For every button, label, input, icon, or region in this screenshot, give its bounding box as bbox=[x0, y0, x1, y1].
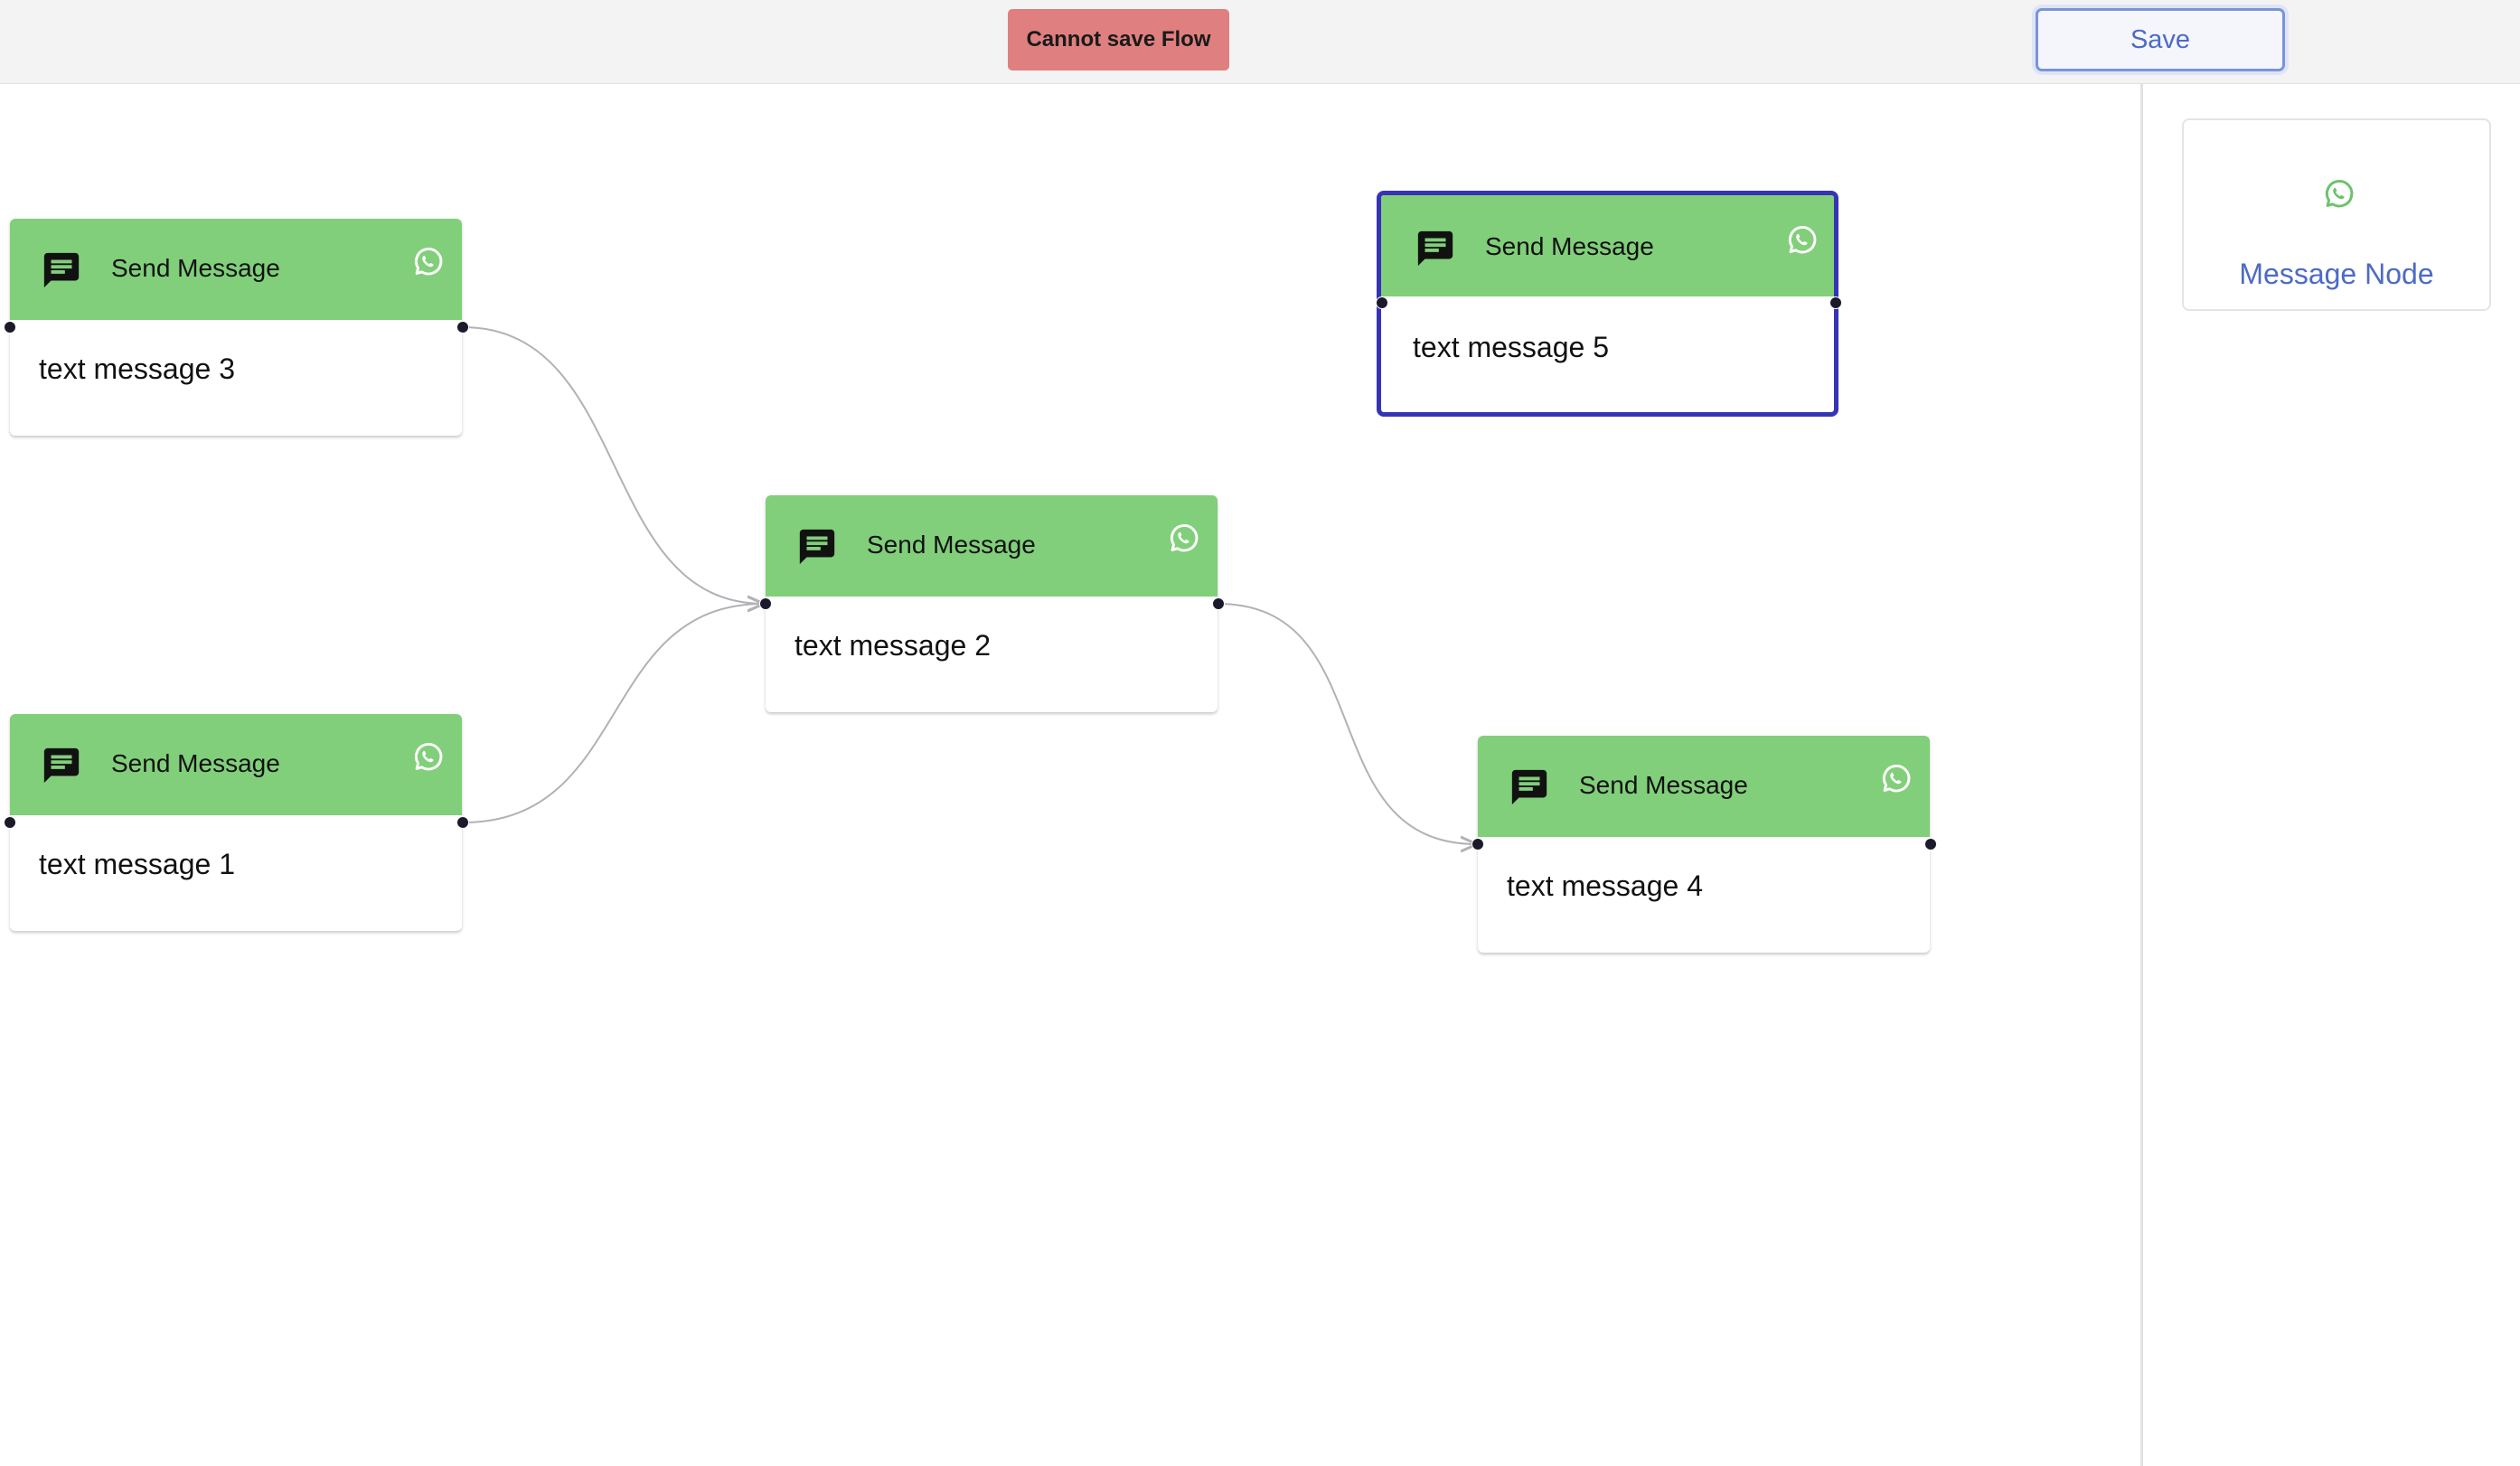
top-bar: Cannot save Flow Save bbox=[0, 0, 2520, 84]
message-icon bbox=[43, 747, 80, 784]
message-icon bbox=[43, 252, 80, 288]
source-handle[interactable] bbox=[1829, 296, 1842, 309]
whatsapp-icon bbox=[1170, 524, 1199, 552]
node-title: Send Message bbox=[867, 531, 1036, 559]
whatsapp-icon bbox=[1788, 226, 1817, 254]
node-header: Send Message bbox=[10, 219, 462, 320]
save-button[interactable]: Save bbox=[2036, 8, 2285, 71]
node-message-text: text message 3 bbox=[39, 352, 235, 385]
nodes-panel: Message Node bbox=[2140, 84, 2520, 1466]
message-icon bbox=[1417, 230, 1453, 267]
target-handle[interactable] bbox=[4, 321, 16, 334]
message-icon bbox=[1511, 769, 1547, 805]
message-icon bbox=[799, 529, 835, 565]
message-node-label: Message Node bbox=[2239, 258, 2434, 290]
node-message-text: text message 5 bbox=[1413, 331, 1609, 363]
node-title: Send Message bbox=[1579, 771, 1748, 799]
node-message-text: text message 1 bbox=[39, 848, 235, 880]
message-node-palette-item[interactable]: Message Node bbox=[2182, 118, 2491, 311]
node-header: Send Message bbox=[10, 714, 462, 815]
flow-node-text-message-3[interactable]: Send Message text message 3 bbox=[4, 219, 469, 436]
source-handle[interactable] bbox=[456, 816, 469, 829]
flow-node-text-message-5[interactable]: Send Message text message 5 bbox=[1376, 191, 1842, 417]
target-handle[interactable] bbox=[1472, 838, 1484, 850]
node-header: Send Message bbox=[766, 495, 1218, 597]
node-title: Send Message bbox=[111, 749, 280, 777]
source-handle[interactable] bbox=[1212, 597, 1225, 610]
flow-node-text-message-4[interactable]: Send Message text message 4 bbox=[1472, 736, 1937, 953]
flow-node-text-message-1[interactable]: Send Message text message 1 bbox=[4, 714, 469, 931]
source-handle[interactable] bbox=[456, 321, 469, 334]
node-title: Send Message bbox=[1485, 232, 1654, 260]
target-handle[interactable] bbox=[759, 597, 772, 610]
node-title: Send Message bbox=[111, 254, 280, 282]
target-handle[interactable] bbox=[4, 816, 16, 829]
node-message-text: text message 4 bbox=[1507, 869, 1703, 902]
node-header: Send Message bbox=[1478, 736, 1930, 837]
whatsapp-icon bbox=[414, 248, 443, 276]
node-message-text: text message 2 bbox=[795, 629, 991, 662]
source-handle[interactable] bbox=[1924, 838, 1937, 850]
whatsapp-icon bbox=[1882, 765, 1911, 793]
node-header: Send Message bbox=[1381, 195, 1834, 296]
whatsapp-icon bbox=[2325, 180, 2354, 208]
error-banner: Cannot save Flow bbox=[1008, 9, 1229, 70]
whatsapp-icon bbox=[414, 743, 443, 771]
target-handle[interactable] bbox=[1376, 296, 1388, 309]
flow-node-text-message-2[interactable]: Send Message text message 2 bbox=[759, 495, 1225, 712]
